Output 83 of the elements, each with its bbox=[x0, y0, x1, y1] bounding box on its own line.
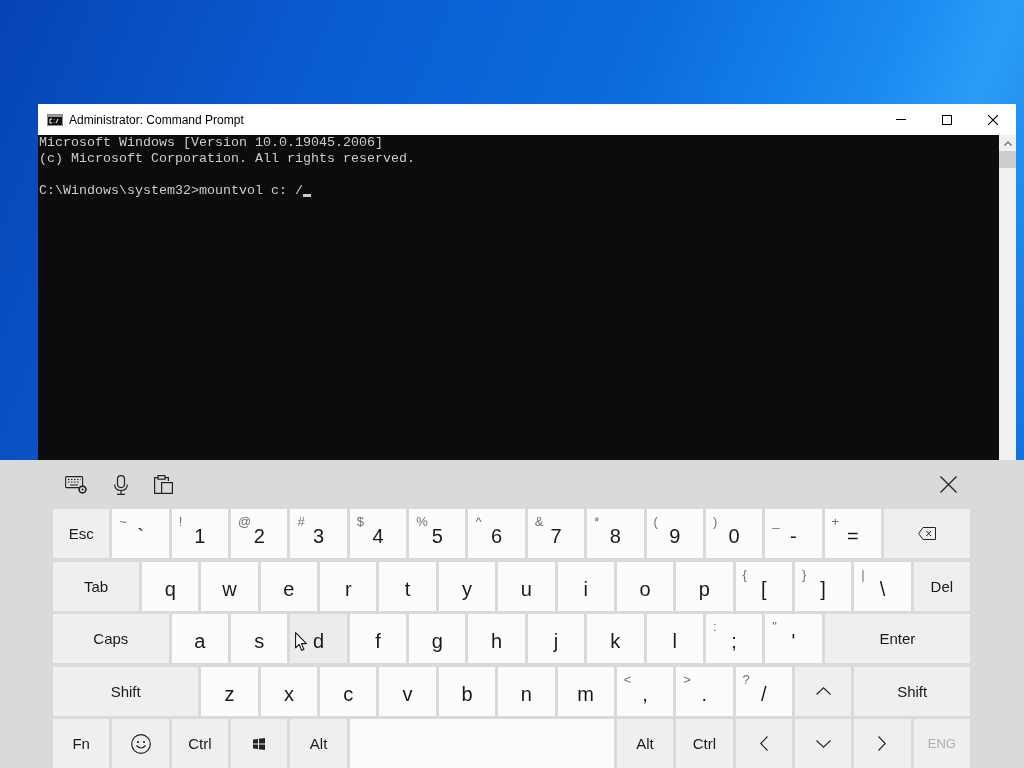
keyboard-key[interactable]: : ; bbox=[705, 614, 763, 663]
keyboard-key[interactable]: Alt bbox=[290, 719, 347, 768]
chevron-left-icon bbox=[759, 736, 768, 751]
window-title: Administrator: Command Prompt bbox=[69, 112, 244, 127]
keyboard-key[interactable]: Esc bbox=[53, 509, 110, 558]
text-cursor-icon bbox=[302, 194, 311, 197]
close-icon[interactable] bbox=[988, 114, 998, 125]
keyboard-key[interactable]: + = bbox=[824, 509, 881, 558]
keyboard-key[interactable]: _ - bbox=[765, 509, 822, 558]
keyboard-key[interactable]: & 7 bbox=[527, 509, 585, 558]
keyboard-key[interactable]: Fn bbox=[53, 719, 110, 768]
backspace-icon bbox=[917, 527, 936, 540]
close-icon[interactable] bbox=[940, 476, 957, 493]
keyboard-key[interactable]: c bbox=[320, 666, 377, 716]
keyboard-key[interactable]: ^ 6 bbox=[468, 509, 525, 558]
keyboard-key[interactable]: " ' bbox=[765, 614, 822, 663]
keyboard-key[interactable]: { [ bbox=[735, 561, 792, 611]
chevron-up-icon bbox=[815, 687, 831, 695]
chevron-right-icon bbox=[878, 736, 887, 751]
keyboard-key[interactable]: ! 1 bbox=[171, 509, 229, 558]
keyboard-key[interactable]: b bbox=[438, 666, 496, 716]
keyboard-key[interactable]: Enter bbox=[824, 614, 970, 663]
clipboard-icon[interactable] bbox=[154, 475, 173, 494]
keyboard-key[interactable]: z bbox=[201, 666, 258, 716]
keyboard-key[interactable]: Alt bbox=[616, 719, 674, 768]
keyboard-key[interactable]: Tab bbox=[53, 561, 140, 611]
keyboard-key[interactable]: p bbox=[676, 561, 733, 611]
smiley-icon bbox=[130, 733, 151, 754]
keyboard-key[interactable]: ( 9 bbox=[646, 509, 703, 558]
keyboard-key[interactable]: Caps bbox=[53, 614, 169, 663]
keyboard-key[interactable]: u bbox=[498, 561, 555, 611]
chevron-down-icon bbox=[815, 739, 831, 748]
keyboard-key[interactable]: * 8 bbox=[587, 509, 644, 558]
keyboard-key[interactable]: n bbox=[498, 666, 555, 716]
keyboard-key[interactable]: | \ bbox=[854, 561, 911, 611]
keyboard-key[interactable]: v bbox=[379, 666, 436, 716]
console-line: (c) Microsoft Corporation. All rights reserved. bbox=[39, 151, 415, 167]
keyboard-key[interactable]: h bbox=[468, 614, 525, 663]
console-icon bbox=[47, 113, 63, 126]
keyboard-key[interactable]: @ 2 bbox=[231, 509, 288, 558]
keyboard-key[interactable]: k bbox=[587, 614, 644, 663]
keyboard-key[interactable]: Ctrl bbox=[676, 719, 733, 768]
keyboard-key[interactable]: ? / bbox=[735, 666, 792, 716]
keyboard-key[interactable]: f bbox=[349, 614, 407, 663]
keyboard-key[interactable]: e bbox=[260, 561, 318, 611]
windows-logo-icon bbox=[253, 737, 266, 750]
keyboard-key[interactable]: q bbox=[142, 561, 199, 611]
keyboard-key[interactable]: ~ ` bbox=[112, 509, 169, 558]
keyboard-key[interactable]: m bbox=[557, 666, 614, 716]
keyboard-key[interactable]: < , bbox=[616, 666, 674, 716]
keyboard-key[interactable]: y bbox=[438, 561, 496, 611]
keyboard-key[interactable]: ) 0 bbox=[705, 509, 763, 558]
keyboard-key[interactable]: Del bbox=[913, 561, 970, 611]
keyboard-key[interactable]: j bbox=[527, 614, 585, 663]
keyboard-key[interactable]: t bbox=[379, 561, 436, 611]
console-line: Microsoft Windows [Version 10.0.19045.2006] bbox=[39, 135, 383, 151]
scroll-up-icon[interactable] bbox=[1003, 141, 1012, 146]
keyboard-key[interactable]: Ctrl bbox=[171, 719, 229, 768]
console-command: C:\Windows\system32>mountvol c: / bbox=[39, 183, 303, 199]
maximize-icon[interactable] bbox=[942, 114, 952, 125]
keyboard-key[interactable]: s bbox=[231, 614, 288, 663]
keyboard-key[interactable]: Shift bbox=[53, 666, 199, 716]
keyboard-key[interactable]: g bbox=[409, 614, 466, 663]
keyboard-key[interactable]: d bbox=[290, 614, 347, 663]
keyboard-key[interactable]: $ 4 bbox=[349, 509, 407, 558]
mouse-pointer-icon bbox=[295, 632, 308, 651]
scrollbar-thumb[interactable] bbox=[999, 151, 1016, 168]
keyboard-key[interactable]: a bbox=[171, 614, 229, 663]
emoji-key[interactable] bbox=[112, 719, 169, 768]
keyboard-key[interactable]: w bbox=[201, 561, 258, 611]
keyboard-key[interactable]: > . bbox=[676, 666, 733, 716]
keyboard-key[interactable]: l bbox=[646, 614, 703, 663]
microphone-icon[interactable] bbox=[114, 474, 128, 495]
keyboard-key[interactable]: } ] bbox=[794, 561, 852, 611]
keyboard-key[interactable]: r bbox=[320, 561, 377, 611]
keyboard-gear-icon[interactable] bbox=[65, 475, 87, 494]
keyboard-key[interactable]: x bbox=[260, 666, 318, 716]
windows-key[interactable] bbox=[231, 719, 288, 768]
keyboard-key[interactable]: % 5 bbox=[409, 509, 466, 558]
keyboard-key[interactable]: Shift bbox=[854, 666, 970, 716]
keyboard-key[interactable]: # 3 bbox=[290, 509, 347, 558]
keyboard-key[interactable]: o bbox=[616, 561, 674, 611]
keyboard-key[interactable]: i bbox=[557, 561, 614, 611]
